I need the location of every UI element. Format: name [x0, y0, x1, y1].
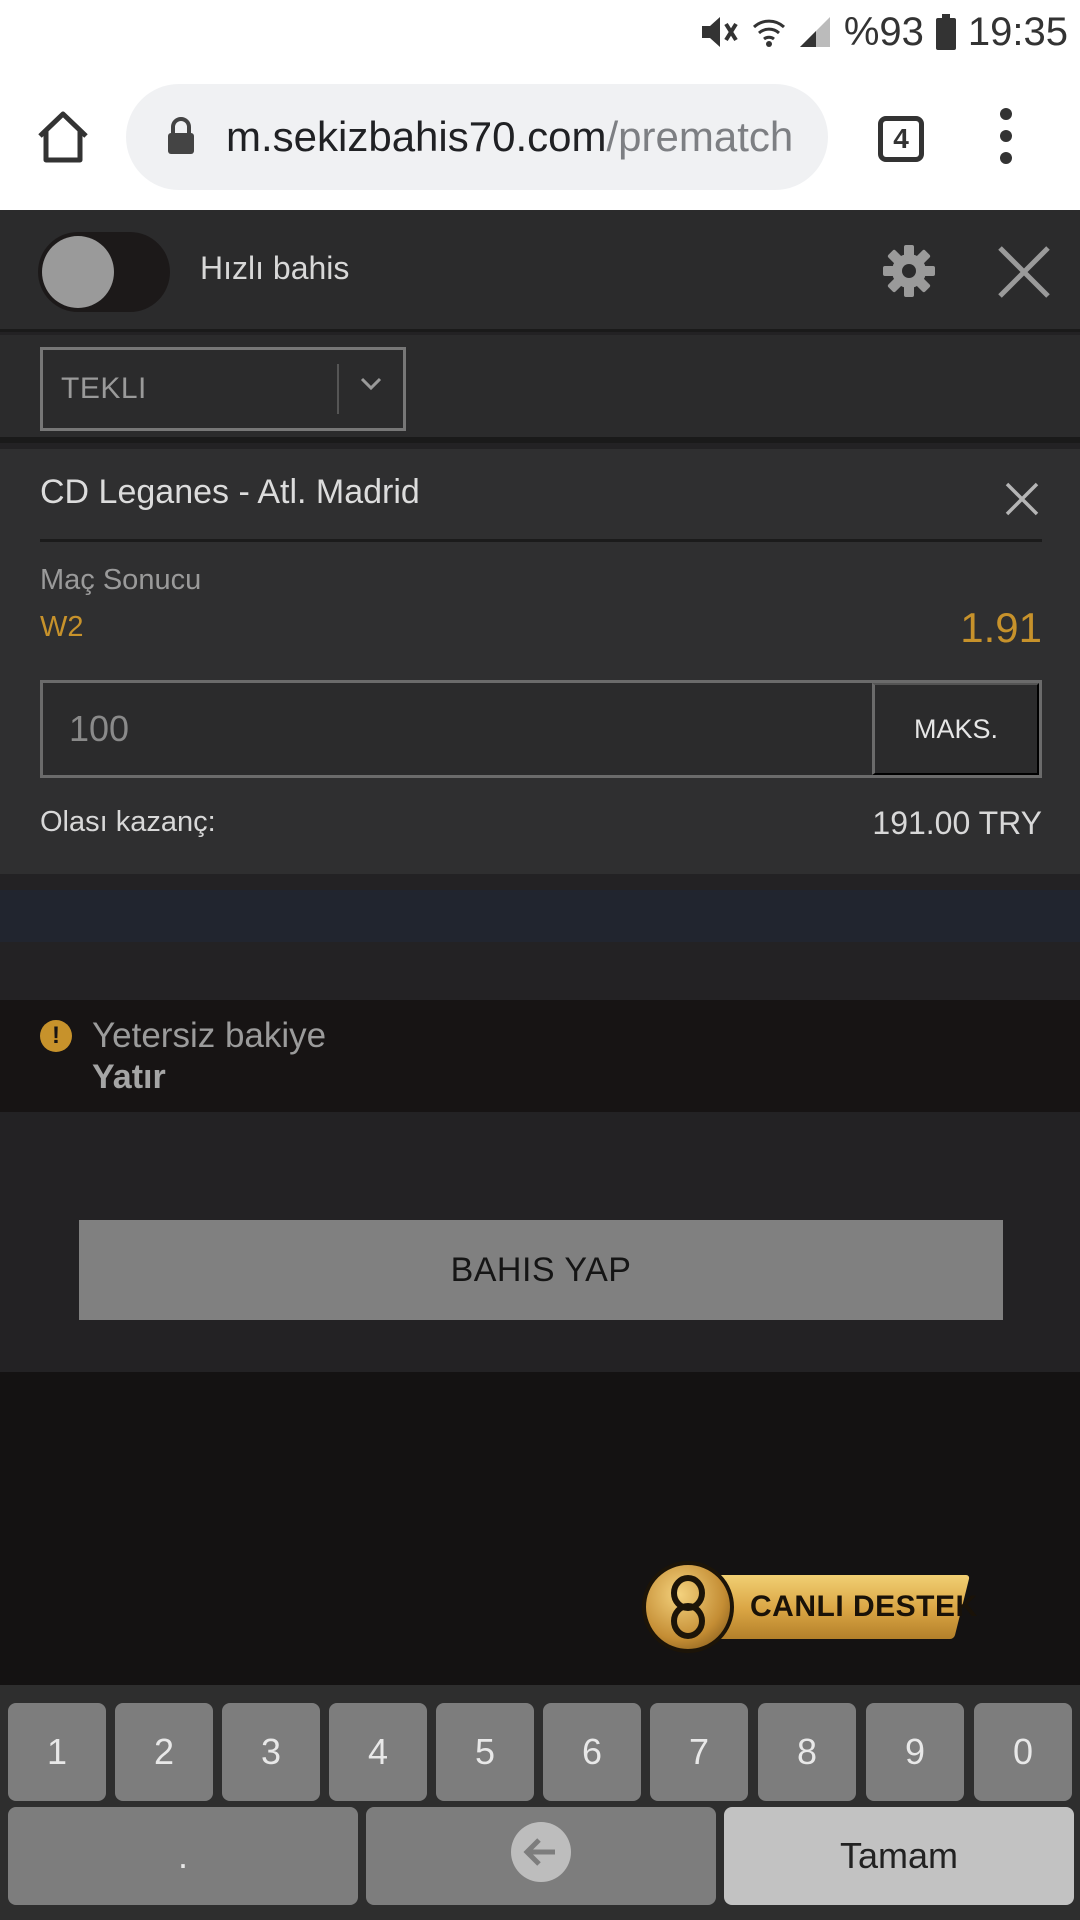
status-icons: %93 19:35	[698, 10, 1068, 54]
max-stake-button[interactable]: MAKS.	[872, 683, 1039, 775]
bet-type-select[interactable]: TEKLI	[40, 347, 406, 431]
address-bar[interactable]: m.sekizbahis70.com/prematch	[126, 84, 828, 190]
bet-type-value: TEKLI	[61, 372, 147, 405]
url-path: /prematch	[606, 113, 794, 160]
brand-logo-icon	[642, 1561, 734, 1653]
home-icon	[38, 111, 88, 163]
key-backspace[interactable]	[366, 1807, 716, 1905]
close-slip-button[interactable]	[996, 244, 1052, 300]
bet-slip-header: Hızlı bahis	[0, 210, 1080, 332]
stake-field: MAKS.	[40, 680, 1042, 778]
key-7[interactable]: 7	[650, 1703, 748, 1801]
odds-value: 1.91	[960, 604, 1042, 651]
browser-menu-button[interactable]	[994, 108, 1018, 168]
toggle-knob	[42, 236, 114, 308]
backspace-icon	[511, 1821, 571, 1882]
bet-slip: Hızlı bahis TEKLI CD Leganes - Atl. Madr…	[0, 210, 1080, 1372]
settings-button[interactable]	[882, 244, 936, 298]
place-bet-button[interactable]: BAHIS YAP	[79, 1220, 1003, 1320]
warning-message: Yetersiz bakiye	[92, 1016, 327, 1055]
key-9[interactable]: 9	[866, 1703, 964, 1801]
home-button[interactable]	[34, 108, 92, 166]
key-dot[interactable]: .	[8, 1807, 358, 1905]
status-bar: %93 19:35	[0, 0, 1080, 64]
market-name: Maç Sonucu	[40, 564, 202, 596]
numeric-keyboard: 1 2 3 4 5 6 7 8 9 0 . Tamam	[0, 1685, 1080, 1920]
menu-dot-icon	[1000, 152, 1012, 164]
key-2[interactable]: 2	[115, 1703, 213, 1801]
tab-switcher-button[interactable]: 4	[878, 116, 924, 162]
potential-win-value: 191.00 TRY	[872, 805, 1042, 841]
gear-icon	[883, 245, 935, 297]
divider	[40, 539, 1042, 542]
insufficient-balance-warning: ! Yetersiz bakiye Yatır	[0, 1000, 1080, 1112]
deposit-link[interactable]: Yatır	[92, 1058, 166, 1097]
chevron-down-icon	[359, 376, 383, 397]
url-text: m.sekizbahis70.com/prematch	[226, 110, 806, 164]
potential-win-label: Olası kazanç:	[40, 806, 216, 838]
warning-icon: !	[40, 1020, 72, 1052]
live-support-word1: CANLI	[750, 1590, 845, 1623]
separator-band	[0, 890, 1080, 942]
close-icon	[998, 246, 1050, 298]
match-name: CD Leganes - Atl. Madrid	[40, 473, 420, 511]
live-support-word2: DESTEK	[853, 1590, 978, 1623]
key-8[interactable]: 8	[758, 1703, 856, 1801]
live-support-button[interactable]: CANLI DESTEK	[642, 1561, 977, 1653]
selection-name: W2	[40, 611, 84, 643]
live-support-label: CANLI DESTEK	[750, 1590, 978, 1624]
clock: 19:35	[967, 9, 1068, 54]
close-icon	[1005, 482, 1039, 516]
key-1[interactable]: 1	[8, 1703, 106, 1801]
menu-dot-icon	[1000, 108, 1012, 120]
key-done[interactable]: Tamam	[724, 1807, 1074, 1905]
key-0[interactable]: 0	[974, 1703, 1072, 1801]
bet-type-row: TEKLI	[0, 335, 1080, 443]
battery-icon	[935, 14, 956, 50]
wifi-icon	[752, 15, 786, 49]
menu-dot-icon	[1000, 130, 1012, 142]
battery-percent: %93	[843, 9, 924, 54]
lock-icon	[166, 116, 196, 161]
quick-bet-label: Hızlı bahis	[200, 250, 350, 286]
signal-icon	[798, 15, 832, 49]
stake-input[interactable]	[43, 683, 871, 775]
key-6[interactable]: 6	[543, 1703, 641, 1801]
key-3[interactable]: 3	[222, 1703, 320, 1801]
browser-toolbar: m.sekizbahis70.com/prematch 4	[0, 64, 1080, 210]
remove-bet-button[interactable]	[1004, 481, 1040, 517]
quick-bet-toggle[interactable]	[38, 232, 170, 312]
key-4[interactable]: 4	[329, 1703, 427, 1801]
bet-item: CD Leganes - Atl. Madrid Maç Sonucu W2 1…	[0, 449, 1080, 874]
select-divider	[337, 364, 339, 414]
url-host: m.sekizbahis70.com	[226, 113, 607, 160]
key-5[interactable]: 5	[436, 1703, 534, 1801]
mute-icon	[698, 14, 740, 50]
